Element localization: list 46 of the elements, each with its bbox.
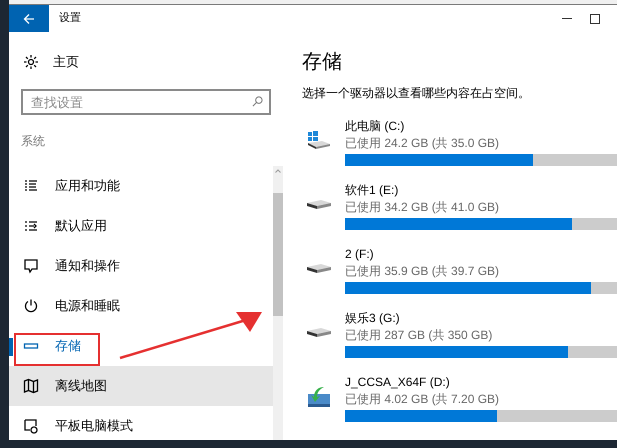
- drive-icon: [306, 199, 332, 211]
- drive-usage: 已使用 4.02 GB (共 7.20 GB): [345, 391, 500, 408]
- drive-item[interactable]: 2 (F:) 已使用 35.9 GB (共 39.7 GB): [302, 244, 617, 308]
- power-icon: [23, 298, 39, 314]
- drive-name: 软件1 (E:): [345, 182, 398, 199]
- drive-icon: [306, 263, 332, 275]
- minimize-icon: [562, 18, 572, 20]
- sidebar-item[interactable]: 电源和睡眠: [9, 286, 273, 326]
- setup-drive-icon: [306, 385, 332, 409]
- scroll-up-icon: [275, 169, 281, 173]
- sidebar-item[interactable]: 通知和操作: [9, 246, 273, 286]
- drive-icon: [306, 327, 332, 339]
- maximize-icon: [590, 14, 600, 24]
- drive-name: 此电脑 (C:): [345, 118, 404, 135]
- drive-item[interactable]: 娱乐3 (G:) 已使用 287 GB (共 350 GB): [302, 308, 617, 372]
- scrollbar-thumb[interactable]: [273, 193, 283, 316]
- drive-item[interactable]: J_CCSA_X64F (D:) 已使用 4.02 GB (共 7.20 GB): [302, 372, 617, 436]
- drive-item[interactable]: 此电脑 (C:) 已使用 24.2 GB (共 35.0 GB): [302, 116, 617, 180]
- drive-item[interactable]: 软件1 (E:) 已使用 34.2 GB (共 41.0 GB): [302, 180, 617, 244]
- drive-name: J_CCSA_X64F (D:): [345, 374, 450, 391]
- page-title: 存储: [302, 50, 342, 75]
- section-heading: 系统: [21, 133, 45, 150]
- back-button[interactable]: [9, 5, 49, 32]
- drive-usage: 已使用 35.9 GB (共 39.7 GB): [345, 263, 500, 280]
- home-item[interactable]: 主页: [9, 48, 283, 76]
- search-icon: [252, 96, 263, 107]
- drive-usage: 已使用 34.2 GB (共 41.0 GB): [345, 199, 500, 216]
- sidebar-item[interactable]: 离线地图: [9, 366, 273, 406]
- tablet-icon: [23, 418, 39, 434]
- map-icon: [23, 378, 39, 394]
- window-title: 设置: [59, 11, 81, 26]
- description: 选择一个驱动器以查看哪些内容在占空间。: [302, 85, 530, 102]
- drive-usage: 已使用 287 GB (共 350 GB): [345, 327, 492, 344]
- back-arrow-icon: [23, 12, 35, 24]
- sidebar-item[interactable]: 应用和功能: [9, 166, 273, 206]
- drive-usage: 已使用 24.2 GB (共 35.0 GB): [345, 135, 500, 152]
- system-drive-icon: [306, 130, 332, 152]
- drive-name: 2 (F:): [345, 246, 374, 263]
- settings-icon: [23, 54, 39, 70]
- sidebar-item[interactable]: 存储: [9, 326, 273, 366]
- search-field[interactable]: 查找设置: [21, 89, 271, 115]
- sidebar-item[interactable]: 默认应用: [9, 206, 273, 246]
- drive-name: 娱乐3 (G:): [345, 310, 400, 327]
- scrollbar[interactable]: [273, 166, 283, 440]
- message-icon: [23, 258, 39, 274]
- sidebar-item[interactable]: 平板电脑模式: [9, 406, 273, 446]
